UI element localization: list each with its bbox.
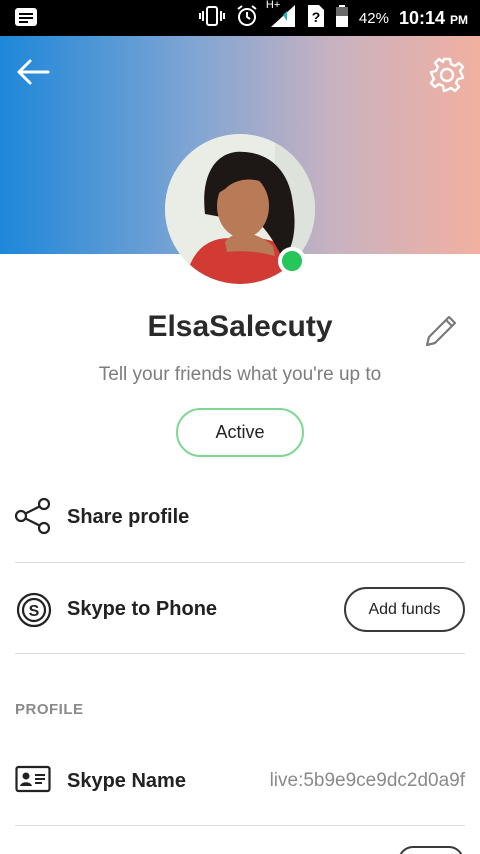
add-funds-button[interactable]: Add funds bbox=[344, 587, 465, 632]
divider bbox=[15, 653, 465, 654]
settings-button[interactable] bbox=[428, 56, 466, 94]
skype-name-label: Skype Name bbox=[67, 770, 186, 792]
profile-section-heading: PROFILE bbox=[15, 701, 84, 718]
clock: 10:14 PM bbox=[399, 8, 468, 29]
presence-indicator bbox=[278, 247, 306, 275]
id-card-icon bbox=[15, 764, 51, 799]
svg-text:S: S bbox=[29, 603, 40, 620]
share-profile-label: Share profile bbox=[67, 506, 190, 528]
share-profile-row[interactable]: Share profile bbox=[0, 490, 480, 562]
arrow-left-icon bbox=[17, 59, 50, 85]
gear-icon bbox=[429, 57, 465, 93]
mood-message[interactable]: Tell your friends what you're up to bbox=[0, 364, 480, 386]
skype-name-value: live:5b9e9ce9dc2d0a9f bbox=[269, 770, 465, 791]
svg-text:?: ? bbox=[312, 9, 321, 25]
clock-suffix: PM bbox=[450, 12, 468, 27]
sim-unknown-icon: ? bbox=[307, 4, 325, 33]
status-bar: H+ ? 42% 10:14 PM bbox=[0, 0, 480, 36]
status-button[interactable]: Active bbox=[176, 408, 304, 457]
divider bbox=[15, 825, 465, 826]
network-type-label: H+ bbox=[265, 0, 281, 11]
skype-credit-icon: S bbox=[15, 591, 53, 634]
vibrate-icon bbox=[198, 5, 225, 32]
battery-icon bbox=[335, 4, 349, 33]
message-icon bbox=[14, 7, 38, 34]
back-button[interactable] bbox=[14, 56, 52, 88]
battery-percent: 42% bbox=[358, 9, 389, 27]
skype-to-phone-label: Skype to Phone bbox=[67, 598, 218, 620]
share-icon bbox=[14, 497, 52, 540]
alarm-icon bbox=[235, 4, 259, 33]
edit-profile-button[interactable] bbox=[422, 312, 460, 350]
clock-time: 10:14 bbox=[398, 7, 445, 28]
pencil-icon bbox=[425, 315, 457, 347]
signal-icon: H+ bbox=[265, 0, 297, 34]
partial-button[interactable] bbox=[398, 846, 464, 854]
display-name: ElsaSalecuty bbox=[147, 310, 333, 343]
